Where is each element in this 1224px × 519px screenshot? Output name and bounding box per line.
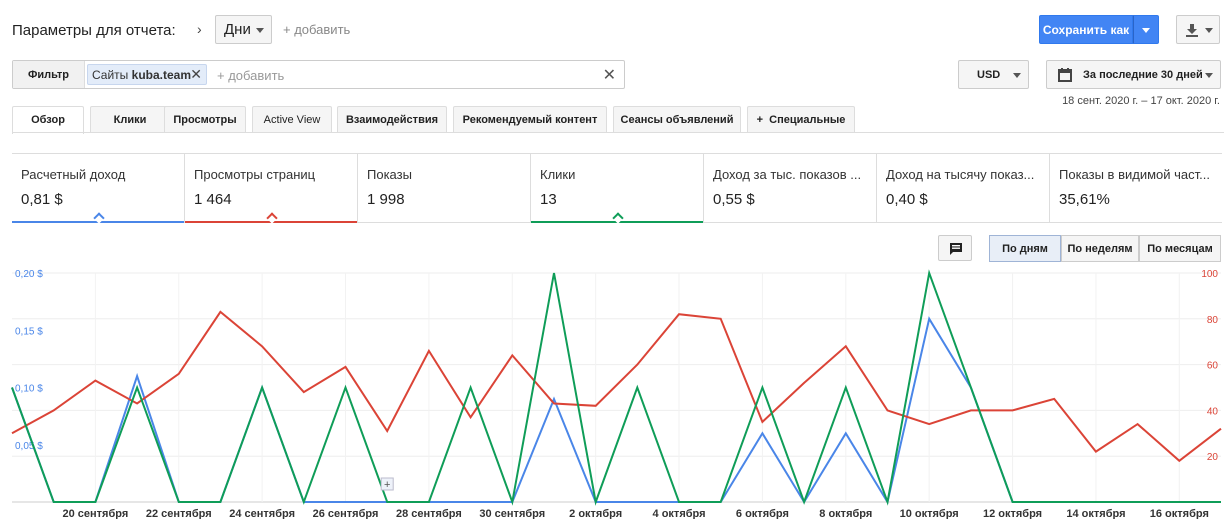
x-tick-label: 14 октября <box>1066 508 1125 519</box>
metric-value: 0,40 $ <box>886 191 928 208</box>
tab-ad-sessions[interactable]: Сеансы объявлений <box>613 106 741 133</box>
download-icon <box>1186 24 1198 37</box>
metric-page-rpm[interactable]: Доход на тысячу показ... 0,40 $ <box>877 154 1050 223</box>
plus-icon: + <box>384 479 390 491</box>
tab-recommended-content[interactable]: Рекомендуемый контент <box>453 106 607 133</box>
x-tick-label: 28 сентября <box>396 508 462 519</box>
download-button[interactable] <box>1176 15 1220 44</box>
x-tick-label: 6 октября <box>736 508 789 519</box>
series-line <box>11 310 1222 463</box>
date-range-label: За последние 30 дней <box>1083 69 1203 81</box>
tab-interactions[interactable]: Взаимодействия <box>337 106 447 133</box>
x-tick-label: 22 сентября <box>146 508 212 519</box>
tab-clicks[interactable]: Клики <box>90 106 170 133</box>
caret-down-icon <box>1142 28 1150 33</box>
period-weekly-button[interactable]: По неделям <box>1061 235 1139 262</box>
tab-custom[interactable]: + Специальные <box>747 106 855 133</box>
x-tick-label: 2 октября <box>569 508 622 519</box>
y-right-tick-label: 40 <box>1207 406 1219 417</box>
y-right-tick-label: 60 <box>1207 361 1219 372</box>
save-as-button[interactable]: Сохранить как <box>1039 15 1133 44</box>
tab-custom-label: Специальные <box>769 114 846 126</box>
metric-estimated-earnings[interactable]: Расчетный доход 0,81 $ <box>12 154 185 223</box>
tab-views[interactable]: Просмотры <box>164 106 246 133</box>
date-range-dropdown[interactable]: За последние 30 дней <box>1046 60 1221 89</box>
y-right-tick-label: 20 <box>1207 452 1219 463</box>
metric-page-views[interactable]: Просмотры страниц 1 464 <box>185 154 358 223</box>
comment-icon <box>950 243 962 255</box>
x-tick-label: 24 сентября <box>229 508 295 519</box>
metric-value: 0,55 $ <box>713 191 755 208</box>
chevron-right-icon: › <box>197 21 202 37</box>
filter-label[interactable]: Фильтр <box>13 61 85 88</box>
metric-label: Расчетный доход <box>21 167 126 182</box>
metric-label: Доход на тысячу показ... <box>886 167 1035 182</box>
x-tick-label: 26 сентября <box>313 508 379 519</box>
add-dimension-link[interactable]: + добавить <box>283 22 350 37</box>
metric-value: 1 998 <box>367 191 405 208</box>
metric-value: 1 464 <box>194 191 232 208</box>
report-params-title: Параметры для отчета: <box>12 22 176 39</box>
tab-active-view[interactable]: Active View <box>252 106 332 133</box>
plus-icon: + <box>756 114 770 126</box>
metric-label: Доход за тыс. показов ... <box>713 167 862 182</box>
remove-chip-icon[interactable]: ✕ <box>190 66 202 83</box>
metrics-bar: Расчетный доход 0,81 $ Просмотры страниц… <box>12 153 1222 223</box>
series-line <box>11 269 1221 506</box>
y-right-tick-label: 100 <box>1201 269 1218 280</box>
clear-filter-icon[interactable]: ✕ <box>603 65 616 85</box>
x-tick-label: 12 октября <box>983 508 1042 519</box>
metric-label: Показы в видимой част... <box>1059 167 1210 182</box>
performance-chart: 0,05 $ 0,10 $ 0,15 $ 0,20 $ 20 40 60 80 100 20 се… <box>11 269 1222 519</box>
y-left-tick-label: 0,20 $ <box>15 269 43 280</box>
tabs-divider <box>12 132 1224 133</box>
metric-impression-rpm[interactable]: Доход за тыс. показов ... 0,55 $ <box>704 154 877 223</box>
metric-active-view-viewable[interactable]: Показы в видимой част... 35,61% <box>1050 154 1222 223</box>
y-left-tick-label: 0,10 $ <box>15 384 43 395</box>
metric-value: 35,61% <box>1059 191 1110 208</box>
filter-add-input[interactable]: + добавить <box>217 68 284 83</box>
y-left-tick-label: 0,05 $ <box>15 441 43 452</box>
currency-value: USD <box>977 69 1001 81</box>
calendar-icon <box>1058 68 1072 82</box>
metric-value: 13 <box>540 191 557 208</box>
tab-overview[interactable]: Обзор <box>12 106 84 134</box>
period-daily-button[interactable]: По дням <box>989 235 1061 262</box>
x-tick-label: 8 октября <box>819 508 872 519</box>
caret-down-icon <box>1205 28 1213 33</box>
dimension-dropdown[interactable]: Дни <box>215 15 272 44</box>
y-right-tick-label: 80 <box>1207 315 1219 326</box>
x-tick-label: 10 октября <box>900 508 959 519</box>
save-options-button[interactable] <box>1133 15 1159 44</box>
caret-down-icon <box>1013 73 1021 78</box>
filter-chip-sites[interactable]: Сайты kuba.team ✕ <box>87 64 207 85</box>
metric-clicks[interactable]: Клики 13 <box>531 154 704 223</box>
filter-bar: Фильтр Сайты kuba.team ✕ + добавить ✕ <box>12 60 625 89</box>
x-tick-label: 20 сентября <box>62 508 128 519</box>
metric-label: Просмотры страниц <box>194 167 316 182</box>
chip-prefix: Сайты <box>92 68 129 82</box>
x-tick-label: 4 октября <box>653 508 706 519</box>
metric-impressions[interactable]: Показы 1 998 <box>358 154 531 223</box>
caret-down-icon <box>1205 73 1213 78</box>
annotation-button[interactable] <box>938 235 972 261</box>
metric-label: Клики <box>540 167 576 182</box>
currency-dropdown[interactable]: USD <box>958 60 1029 89</box>
x-tick-label: 30 сентября <box>479 508 545 519</box>
chip-value: kuba.team <box>131 68 192 82</box>
date-range-subtitle: 18 сент. 2020 г. – 17 окт. 2020 г. <box>1062 95 1220 107</box>
dimension-value: Дни <box>224 21 251 38</box>
report-header: Параметры для отчета: › Дни + добавить С… <box>0 0 1224 60</box>
period-monthly-button[interactable]: По месяцам <box>1139 235 1221 262</box>
metric-value: 0,81 $ <box>21 191 63 208</box>
caret-down-icon <box>256 28 264 33</box>
metric-label: Показы <box>367 167 412 182</box>
x-tick-label: 16 октября <box>1150 508 1209 519</box>
y-left-tick-label: 0,15 $ <box>15 326 43 337</box>
